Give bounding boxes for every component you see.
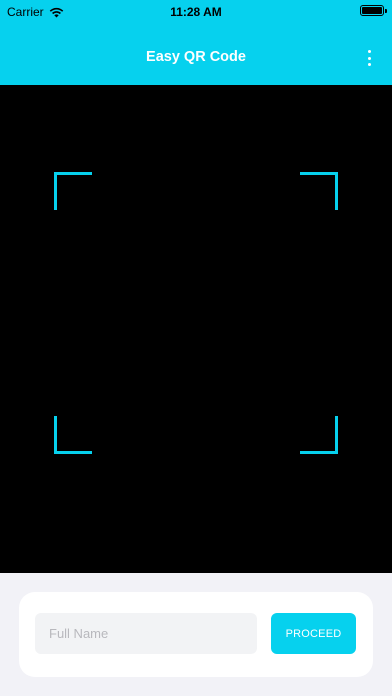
proceed-button[interactable]: PROCEED (271, 613, 356, 654)
bottom-panel: PROCEED (0, 573, 392, 696)
app-title: Easy QR Code (146, 49, 246, 65)
nav-bar: Easy QR Code (0, 22, 392, 85)
scan-frame-corner-top-left (54, 172, 92, 210)
status-time: 11:28 AM (170, 5, 222, 19)
more-vertical-icon[interactable] (360, 50, 378, 66)
scan-frame-corner-bottom-right (300, 416, 338, 454)
name-form-card: PROCEED (19, 592, 373, 677)
scan-frame-corner-bottom-left (54, 416, 92, 454)
camera-preview (0, 85, 392, 573)
full-name-input[interactable] (35, 613, 257, 654)
battery-icon (360, 5, 387, 16)
status-bar: Carrier 11:28 AM (0, 0, 392, 22)
scan-frame-corner-top-right (300, 172, 338, 210)
